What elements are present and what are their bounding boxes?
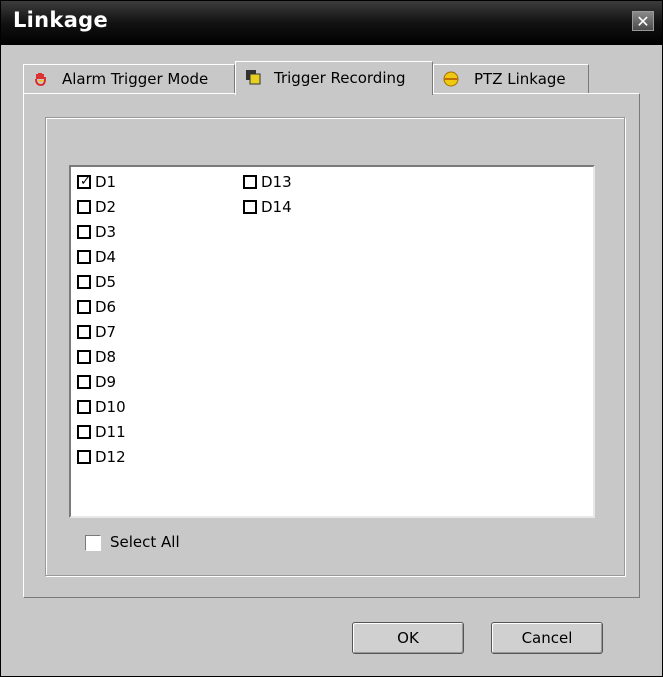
close-button[interactable]: ✕ [632, 11, 654, 31]
checkbox[interactable] [77, 250, 91, 264]
channel-label: D7 [95, 323, 117, 341]
channel-label: D2 [95, 198, 117, 216]
checkbox[interactable] [77, 300, 91, 314]
tab-label: Alarm Trigger Mode [62, 70, 209, 88]
ok-button[interactable]: OK [352, 622, 464, 654]
hand-icon [35, 73, 46, 86]
title-bar[interactable]: Linkage ✕ [1, 1, 662, 45]
channel-label: D10 [95, 398, 126, 416]
tab-label: Trigger Recording [274, 69, 406, 87]
channel-label: D1 [95, 173, 117, 191]
channel-label: D6 [95, 298, 117, 316]
checkmark-icon: ✓ [80, 174, 91, 189]
tab-label: PTZ Linkage [474, 70, 566, 88]
ptz-icon [443, 71, 459, 87]
channel-label: D13 [261, 173, 292, 191]
checkbox[interactable] [77, 350, 91, 364]
recording-icon [246, 70, 261, 85]
checkbox[interactable] [77, 200, 91, 214]
channel-label: D3 [95, 223, 117, 241]
channel-label: D11 [95, 423, 126, 441]
checkbox[interactable] [77, 275, 91, 289]
select-all-label: Select All [110, 533, 180, 551]
checkbox[interactable] [77, 450, 91, 464]
channel-list[interactable]: ✓ D1 D2 D3 D4 D5 D6 D7 D8 D9 D10 D11 D12… [69, 165, 595, 518]
linkage-dialog: Linkage ✕ Alarm Trigger Mode Trigger Rec… [0, 0, 663, 677]
checkbox[interactable] [77, 325, 91, 339]
channel-label: D14 [261, 198, 292, 216]
checkbox[interactable] [243, 175, 257, 189]
dialog-title: Linkage [13, 8, 109, 32]
channel-label: D5 [95, 273, 117, 291]
channel-label: D9 [95, 373, 117, 391]
tab-trigger-recording[interactable]: Trigger Recording [235, 61, 433, 95]
checkbox[interactable] [243, 200, 257, 214]
checkbox[interactable] [77, 375, 91, 389]
channel-label: D8 [95, 348, 117, 366]
checkbox[interactable] [77, 225, 91, 239]
checkbox[interactable]: ✓ [77, 174, 91, 189]
checkbox[interactable] [77, 400, 91, 414]
channel-label: D12 [95, 448, 126, 466]
tab-alarm-trigger-mode[interactable]: Alarm Trigger Mode [23, 64, 235, 93]
channel-label: D4 [95, 248, 117, 266]
checkbox[interactable] [77, 425, 91, 439]
cancel-button[interactable]: Cancel [491, 622, 603, 654]
checkbox[interactable] [85, 535, 101, 551]
tab-ptz-linkage[interactable]: PTZ Linkage [433, 64, 589, 93]
